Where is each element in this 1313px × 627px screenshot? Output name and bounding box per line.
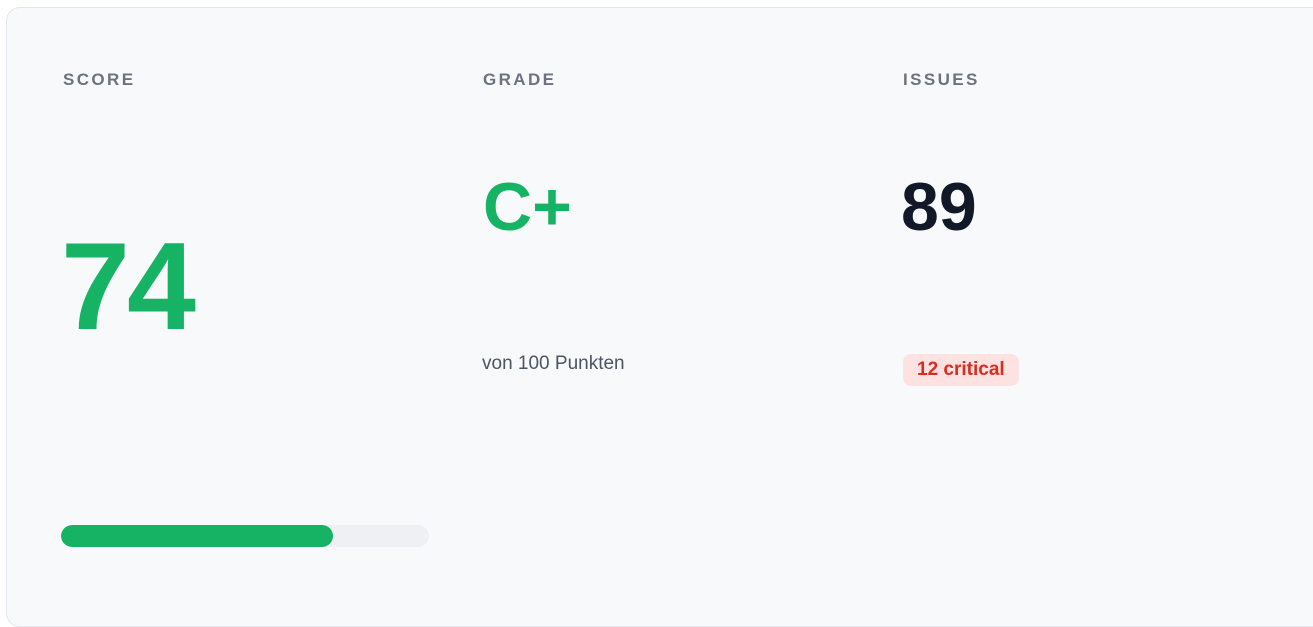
issues-label: ISSUES [903, 70, 980, 89]
summary-card: SCORE GRADE ISSUES 74 C+ 89 von 100 Punk… [6, 7, 1313, 627]
score-value: 74 [61, 218, 196, 356]
grade-label: GRADE [483, 70, 557, 89]
issues-value: 89 [901, 169, 977, 245]
grade-value: C+ [483, 169, 572, 245]
grade-subtext: von 100 Punkten [482, 353, 625, 374]
score-progress-fill [61, 525, 334, 547]
score-label: SCORE [63, 70, 136, 89]
score-progress-bar [61, 525, 429, 547]
critical-issues-badge: 12 critical [903, 354, 1019, 386]
